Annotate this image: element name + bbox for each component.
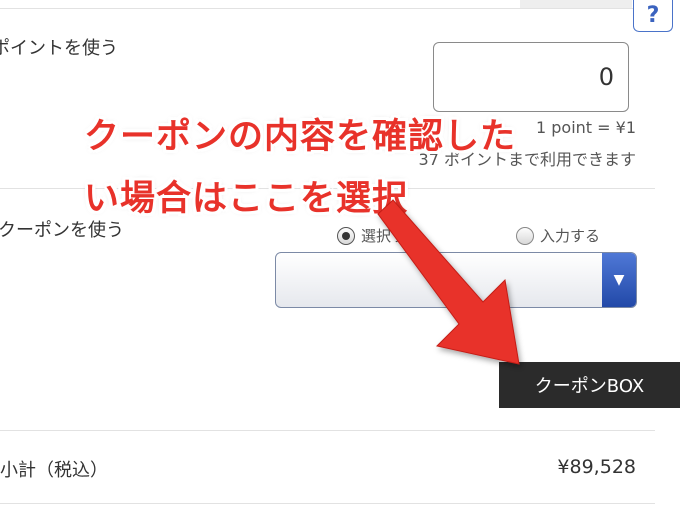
- radio-unchecked-icon: [516, 226, 534, 245]
- coupon-box-button[interactable]: クーポンBOX: [499, 362, 680, 408]
- coupon-radio-select-label: 選択する: [361, 227, 422, 245]
- coupon-select[interactable]: ▼: [275, 252, 637, 308]
- section-divider: [0, 503, 655, 504]
- points-rate: 1 point = ¥1: [535, 118, 636, 137]
- section-divider: [0, 430, 655, 431]
- subtotal-value: ¥89,528: [557, 456, 636, 478]
- coupon-radio-select[interactable]: 選択する: [337, 225, 421, 246]
- coupon-radio-input[interactable]: 入力する: [516, 225, 600, 246]
- chevron-down-icon: ▼: [602, 253, 636, 307]
- points-input[interactable]: [433, 42, 629, 112]
- top-divider: [0, 8, 655, 9]
- radio-checked-icon: [337, 226, 355, 245]
- coupon-radio-input-label: 入力する: [540, 227, 601, 245]
- help-icon: ?: [646, 3, 660, 28]
- annotation-line-2: い場合はここを選択: [84, 179, 409, 219]
- subtotal-label: 小計（税込）: [0, 460, 108, 481]
- points-label: ポイントを使う: [0, 38, 118, 59]
- help-button[interactable]: ?: [633, 0, 673, 32]
- annotation-line-1: クーポンの内容を確認した: [84, 117, 517, 157]
